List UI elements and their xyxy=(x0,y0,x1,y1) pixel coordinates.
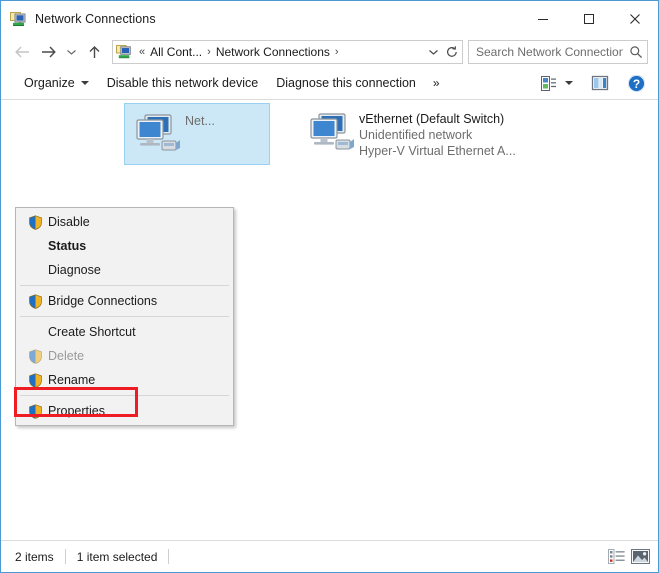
context-menu-item-create-shortcut[interactable]: Create Shortcut xyxy=(16,320,233,344)
list-item-adapter: Hyper-V Virtual Ethernet A... xyxy=(359,144,516,158)
preview-pane-icon xyxy=(591,75,609,91)
back-arrow-icon xyxy=(14,46,29,58)
list-item-adapter: Net... xyxy=(185,114,215,128)
context-menu-label: Status xyxy=(48,239,87,253)
context-menu-separator xyxy=(20,285,229,286)
forward-arrow-icon xyxy=(41,46,56,58)
context-menu-item-status[interactable]: Status xyxy=(16,234,233,258)
address-network-connections-icon xyxy=(116,44,132,60)
context-menu-separator xyxy=(20,395,229,396)
change-view-dropdown-button[interactable] xyxy=(561,78,577,88)
change-view-button[interactable] xyxy=(536,72,561,95)
breadcrumb-network-connections[interactable]: Network Connections xyxy=(215,45,331,59)
window-controls xyxy=(520,1,658,37)
context-menu-label: Diagnose xyxy=(48,263,101,277)
list-item-status: Unidentified network xyxy=(359,128,473,142)
address-dropdown-button[interactable] xyxy=(424,42,442,62)
shield-icon xyxy=(22,348,48,364)
toolbar-overflow-button[interactable]: » xyxy=(425,72,448,94)
recent-locations-button[interactable] xyxy=(61,39,81,65)
refresh-icon xyxy=(447,46,457,57)
breadcrumb-separator-2[interactable]: › xyxy=(331,46,343,58)
minimize-icon xyxy=(538,19,548,20)
list-item-text: vEthernet (Default Switch) Unidentified … xyxy=(359,103,516,159)
list-item[interactable]: vEthernet (Default Switch) Unidentified … xyxy=(299,103,579,165)
address-prefix: « xyxy=(139,46,146,58)
context-menu-item-rename[interactable]: Rename xyxy=(16,368,233,392)
shield-icon xyxy=(22,372,48,388)
command-toolbar: Organize Disable this network device Dia… xyxy=(1,67,658,100)
context-menu-label: Properties xyxy=(48,404,105,418)
breadcrumb-separator-1: › xyxy=(207,46,211,58)
context-menu-item-disable[interactable]: Disable xyxy=(16,210,233,234)
explorer-window: Network Connections « All Cont... › Netw… xyxy=(0,0,659,573)
minimize-button[interactable] xyxy=(520,1,566,37)
disable-network-device-button[interactable]: Disable this network device xyxy=(98,71,267,95)
svg-text:?: ? xyxy=(633,77,640,91)
disable-network-device-label: Disable this network device xyxy=(106,76,259,90)
organize-button[interactable]: Organize xyxy=(15,71,98,95)
diagnose-connection-button[interactable]: Diagnose this connection xyxy=(267,71,425,95)
up-arrow-icon xyxy=(89,45,99,58)
up-button[interactable] xyxy=(81,39,107,65)
network-adapter-icon xyxy=(307,109,355,157)
search-input[interactable] xyxy=(469,44,625,60)
close-icon xyxy=(630,14,640,24)
search-box[interactable] xyxy=(468,40,648,64)
breadcrumb-all-control-panel-items[interactable]: All Cont... xyxy=(149,45,203,59)
navigation-bar: « All Cont... › Network Connections › xyxy=(1,37,658,67)
title-bar: Network Connections xyxy=(1,1,658,37)
shield-icon xyxy=(22,293,48,309)
context-menu-label: Bridge Connections xyxy=(48,294,158,308)
status-bar: 2 items 1 item selected xyxy=(1,540,658,572)
chevron-down-icon xyxy=(565,81,573,85)
list-item-text: Net... xyxy=(185,104,215,130)
help-button[interactable]: ? xyxy=(623,71,650,96)
large-icons-view-icon xyxy=(630,549,650,564)
status-divider xyxy=(64,549,66,564)
chevron-down-icon xyxy=(66,50,76,55)
list-item-name: vEthernet (Default Switch) xyxy=(359,112,505,126)
maximize-button[interactable] xyxy=(566,1,612,37)
organize-label: Organize xyxy=(24,76,75,90)
chevron-down-icon xyxy=(80,81,89,85)
network-adapter-icon xyxy=(133,110,181,158)
preview-pane-button[interactable] xyxy=(587,72,613,94)
change-view-icon xyxy=(541,75,556,91)
forward-button[interactable] xyxy=(35,39,61,65)
connections-list: Net... vEthernet (Default Switch) Uniden… xyxy=(1,100,658,538)
refresh-button[interactable] xyxy=(442,42,462,62)
item-count-label: 2 items xyxy=(15,549,54,564)
shield-icon xyxy=(22,403,48,419)
context-menu-item-diagnose[interactable]: Diagnose xyxy=(16,258,233,282)
context-menu-separator xyxy=(20,316,229,317)
diagnose-connection-label: Diagnose this connection xyxy=(276,76,416,90)
context-menu-item-delete: Delete xyxy=(16,344,233,368)
status-divider xyxy=(168,549,170,564)
context-menu-label: Rename xyxy=(48,373,96,387)
context-menu-item-bridge-connections[interactable]: Bridge Connections xyxy=(16,289,233,313)
help-icon: ? xyxy=(628,74,645,92)
chevron-down-icon xyxy=(428,50,438,55)
details-view-icon xyxy=(607,549,625,564)
context-menu-label: Disable xyxy=(48,215,90,229)
address-bar[interactable]: « All Cont... › Network Connections › xyxy=(112,40,463,64)
search-icon[interactable] xyxy=(625,45,647,59)
close-button[interactable] xyxy=(612,1,658,37)
list-item[interactable]: Net... xyxy=(124,103,270,165)
network-connections-icon xyxy=(10,11,27,28)
details-view-button[interactable] xyxy=(604,546,628,568)
context-menu-label: Delete xyxy=(48,349,85,363)
maximize-icon xyxy=(584,14,594,24)
selection-label: 1 item selected xyxy=(76,549,158,564)
large-icons-view-button[interactable] xyxy=(628,546,652,568)
context-menu-label: Create Shortcut xyxy=(48,325,136,339)
window-title: Network Connections xyxy=(35,12,156,26)
back-button[interactable] xyxy=(9,39,35,65)
shield-icon xyxy=(22,214,48,230)
context-menu: Disable Status Diagnose Bridge Connectio… xyxy=(15,207,234,426)
context-menu-item-properties[interactable]: Properties xyxy=(16,399,233,423)
